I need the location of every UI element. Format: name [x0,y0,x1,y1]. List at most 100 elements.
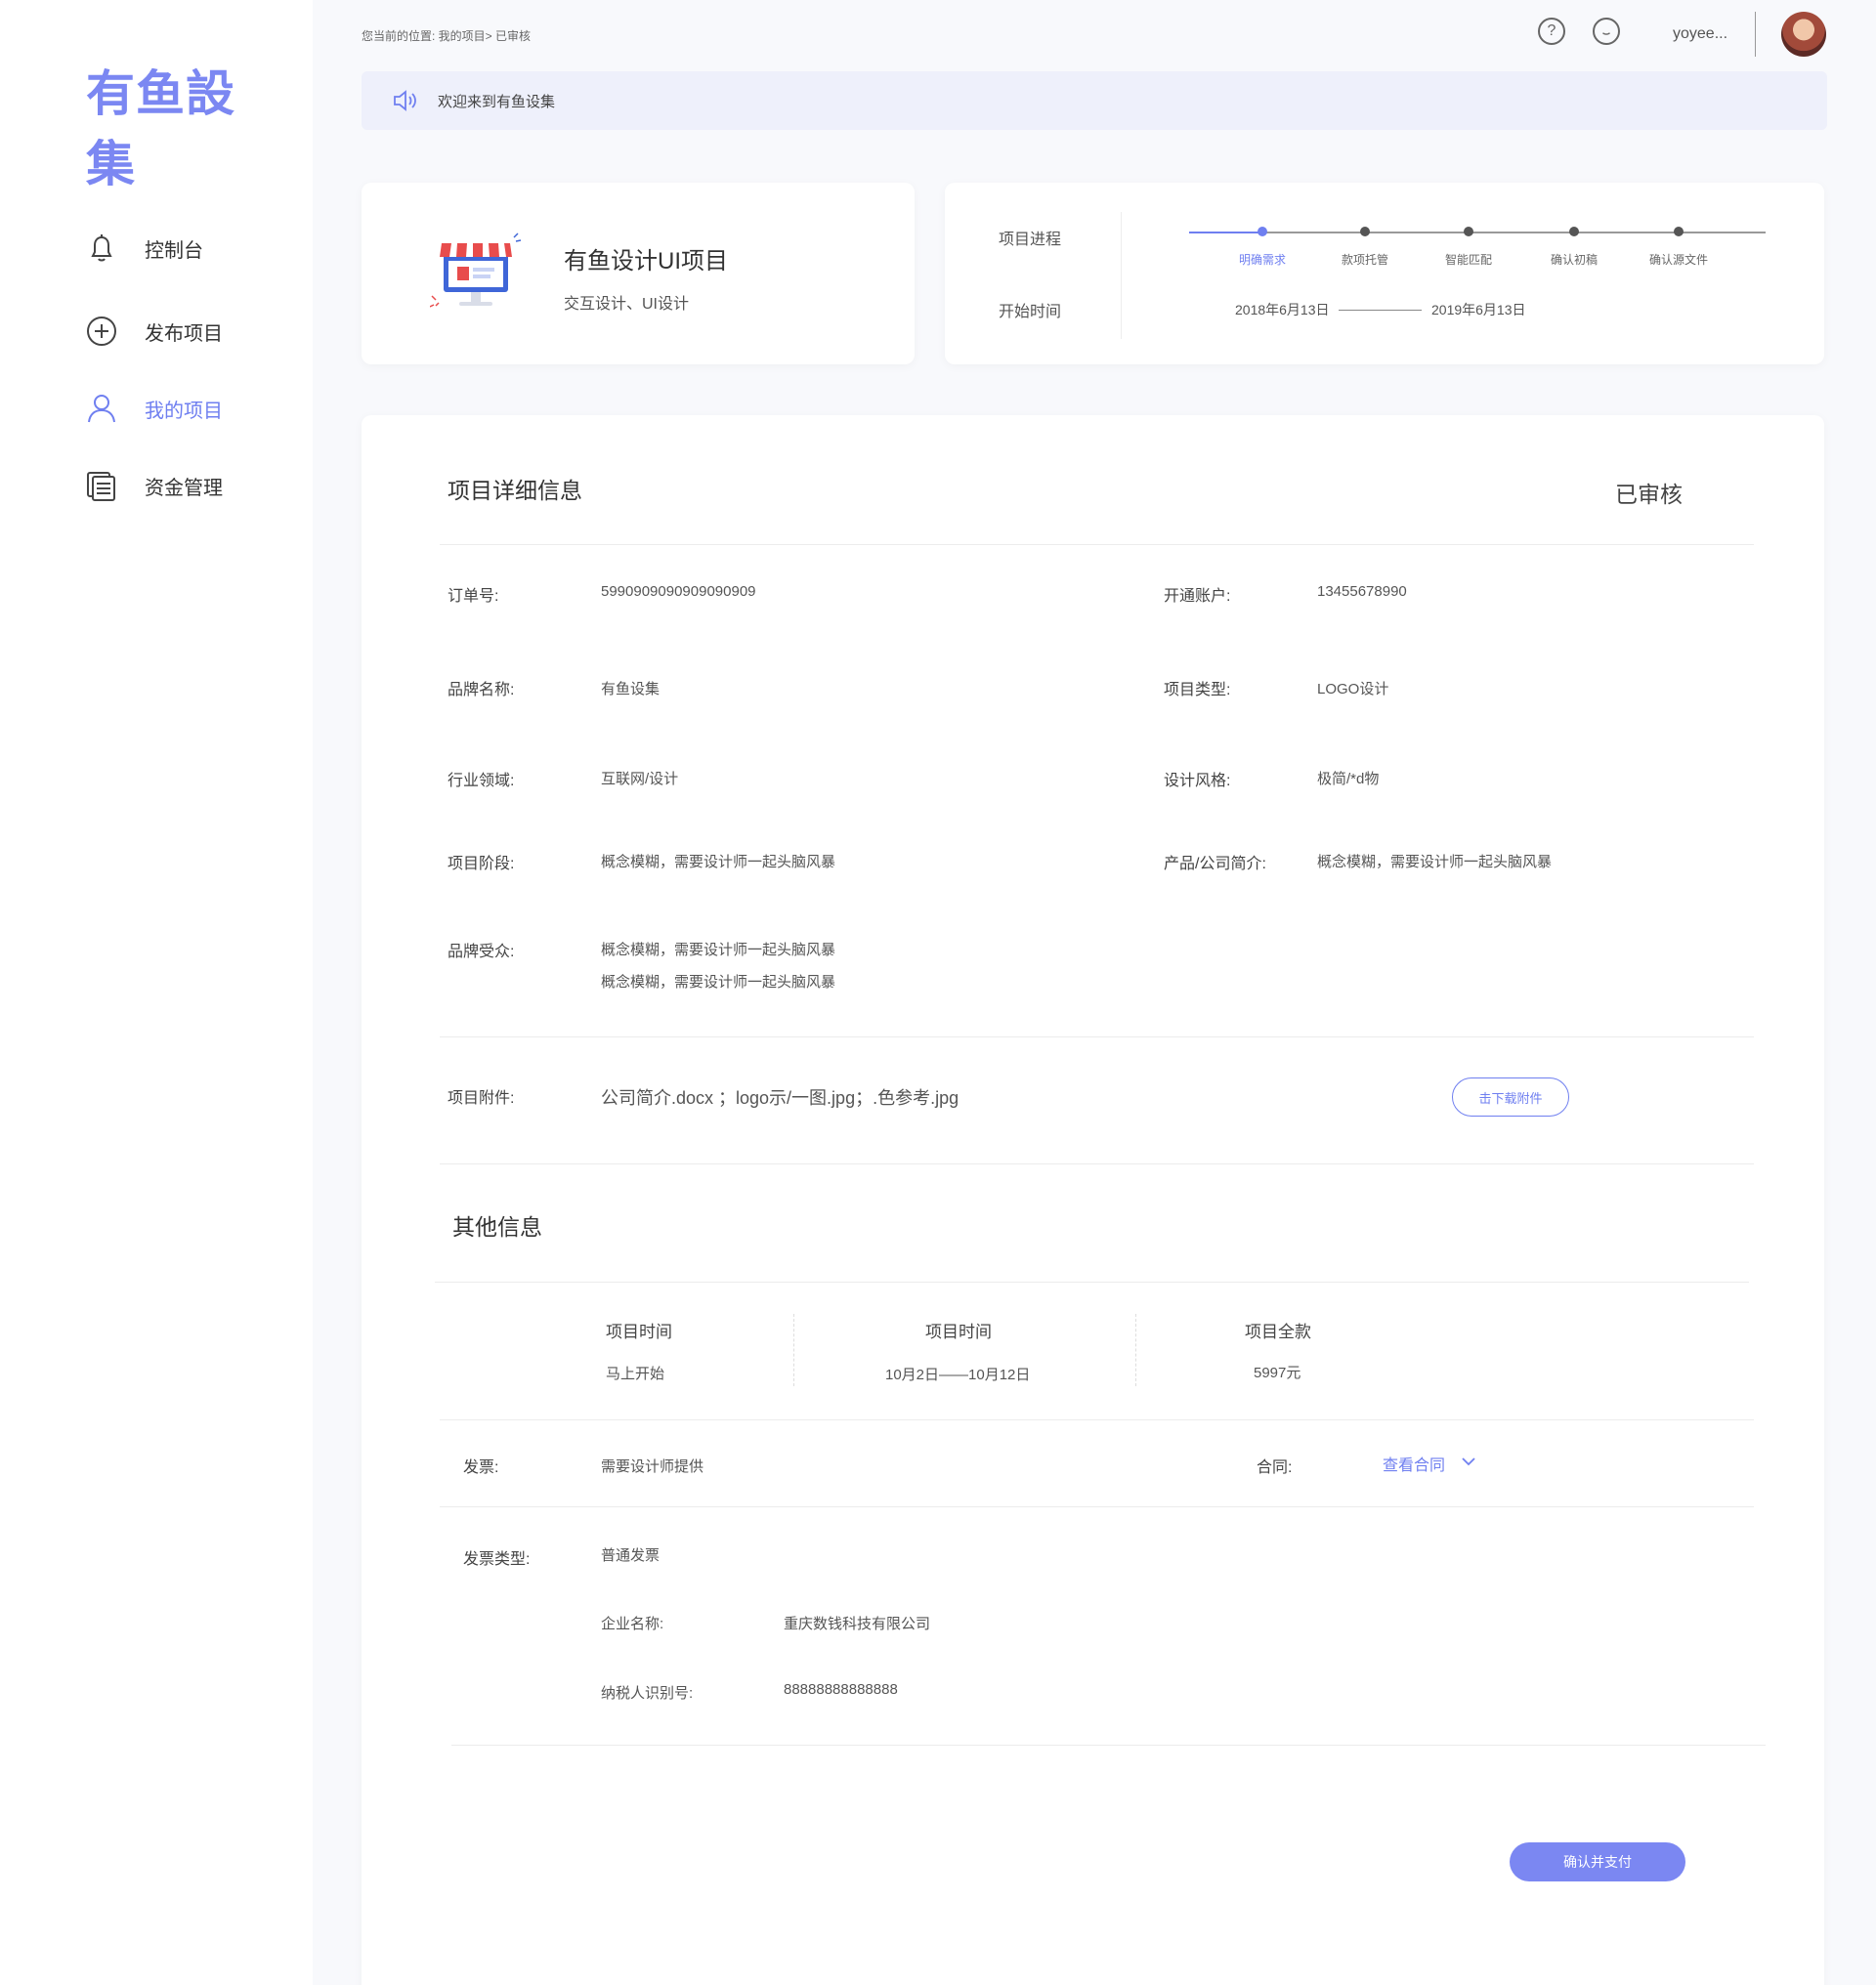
attachment-label: 项目附件: [448,1090,515,1107]
stat-divider [1135,1314,1136,1386]
sidebar-item-publish[interactable]: 发布项目 [84,314,223,349]
timeline-step-dot [1569,227,1579,236]
view-contract-link[interactable]: 查看合同 [1383,1452,1445,1475]
notice-text: 欢迎来到有鱼设集 [438,93,556,110]
type-value: LOGO设计 [1317,681,1389,697]
end-date: 2019年6月13日 [1431,302,1526,317]
sidebar-item-dashboard[interactable]: 控制台 [84,231,203,266]
stat-value: 5997元 [1254,1365,1301,1381]
project-subtitle: 交互设计、UI设计 [564,296,690,313]
stage-label: 项目阶段: [448,856,515,872]
plus-circle-icon [87,317,116,346]
intro-label: 产品/公司简介: [1164,856,1266,872]
style-label: 设计风格: [1164,773,1231,789]
user-icon [88,395,115,423]
timeline-step-dot [1258,227,1267,236]
status-badge: 已审核 [1615,482,1683,507]
audience-value: 概念模糊，需要设计师一起头脑风暴 [601,974,836,991]
sidebar: 有鱼設集 控制台 发布项目 我的项目 资金管理 [0,0,313,1985]
confirm-pay-button[interactable]: 确认并支付 [1510,1842,1685,1881]
timeline-step-label: 款项托管 [1341,253,1389,267]
sidebar-item-label: 资金管理 [145,477,223,499]
account-value: 13455678990 [1317,583,1407,600]
bell-icon [91,234,112,262]
timeline-progress [1189,232,1262,233]
audience-label: 品牌受众: [448,944,515,960]
logo-text: 有鱼設集 [86,66,235,191]
sidebar-item-my-projects[interactable]: 我的项目 [84,391,223,426]
documents-icon [87,472,115,501]
notice-bar: 欢迎来到有鱼设集 [362,71,1827,130]
header-divider [1755,12,1756,57]
logo[interactable]: 有鱼設集 [76,49,242,191]
attachment-value[interactable]: 公司简介.docx ；logo示/一图.jpg；.色参考.jpg [601,1084,959,1110]
order-label: 订单号: [448,588,499,605]
divider [440,1163,1754,1164]
top-icons: ? [1538,18,1647,45]
breadcrumb: 您当前的位置: 我的项目> 已审核 [362,29,532,43]
start-date: 2018年6月13日 [1235,302,1330,317]
start-time-label: 开始时间 [999,304,1062,320]
invoice-label: 发票: [463,1459,499,1476]
industry-value: 互联网/设计 [601,771,679,787]
progress-label: 项目进程 [999,232,1062,248]
invoice-type-label: 发票类型: [463,1551,531,1568]
divider [440,1506,1754,1507]
tax-id-label: 纳税人识别号: [601,1685,694,1702]
brand-value: 有鱼设集 [601,681,661,697]
stat-label: 项目时间 [925,1323,992,1341]
stat-value: 马上开始 [606,1366,665,1382]
style-value: 极简/*d物 [1317,771,1380,787]
divider [451,1745,1766,1746]
download-attachment-button[interactable]: 击下载附件 [1452,1077,1569,1117]
project-card: 有鱼设计UI项目 交互设计、UI设计 [362,183,915,364]
sidebar-item-label: 我的项目 [145,400,223,422]
timeline-step-label: 智能匹配 [1444,253,1493,267]
account-label: 开通账户: [1164,588,1231,605]
date-range-line [1339,310,1422,311]
divider [440,1036,1754,1037]
sidebar-item-finance[interactable]: 资金管理 [84,468,223,503]
username[interactable]: yoyee... [1673,25,1727,43]
progress-card: 项目进程 开始时间 明确需求 款项托管 智能匹配 确认初稿 确认源文件 2018年6月1… [945,183,1824,364]
progress-divider [1121,212,1122,339]
chat-icon[interactable] [1593,18,1620,45]
timeline-step-label: 明确需求 [1238,253,1287,267]
stat-divider [793,1314,794,1386]
type-label: 项目类型: [1164,682,1231,698]
company-value: 重庆数钱科技有限公司 [784,1616,931,1632]
detail-card: 项目详细信息 已审核 订单号: 5990909090909090909 开通账户… [362,415,1824,1985]
detail-title: 项目详细信息 [448,478,582,503]
company-label: 企业名称: [601,1616,664,1632]
audience-value: 概念模糊，需要设计师一起头脑风暴 [601,942,836,958]
timeline-step-label: 确认源文件 [1648,253,1709,267]
timeline-step-label: 确认初稿 [1550,253,1599,267]
sidebar-item-label: 发布项目 [145,322,223,345]
stat-label: 项目全款 [1245,1323,1311,1341]
timeline-step-dot [1464,227,1473,236]
timeline-step-dot [1674,227,1684,236]
invoice-value: 需要设计师提供 [601,1458,704,1475]
order-value: 5990909090909090909 [601,583,756,600]
intro-value: 概念模糊，需要设计师一起头脑风暴 [1317,854,1553,870]
stat-value: 10月2日——10月12日 [885,1367,1031,1383]
industry-label: 行业领域: [448,773,515,789]
help-icon[interactable]: ? [1538,18,1565,45]
contract-label: 合同: [1257,1459,1293,1476]
shop-monitor-icon [430,232,522,308]
divider [440,544,1754,545]
divider [440,1419,1754,1420]
chevron-down-icon[interactable] [1460,1455,1477,1468]
other-info-title: 其他信息 [452,1214,542,1240]
tax-id-value: 88888888888888 [784,1681,898,1698]
stat-label: 项目时间 [606,1323,672,1341]
timeline-step-dot [1360,227,1370,236]
stage-value: 概念模糊，需要设计师一起头脑风暴 [601,854,836,870]
divider [435,1282,1749,1283]
avatar[interactable] [1781,12,1826,57]
brand-label: 品牌名称: [448,682,515,698]
sidebar-item-label: 控制台 [145,239,203,262]
project-title: 有鱼设计UI项目 [564,248,728,275]
speaker-icon [394,90,416,111]
invoice-type-value: 普通发票 [601,1547,661,1564]
